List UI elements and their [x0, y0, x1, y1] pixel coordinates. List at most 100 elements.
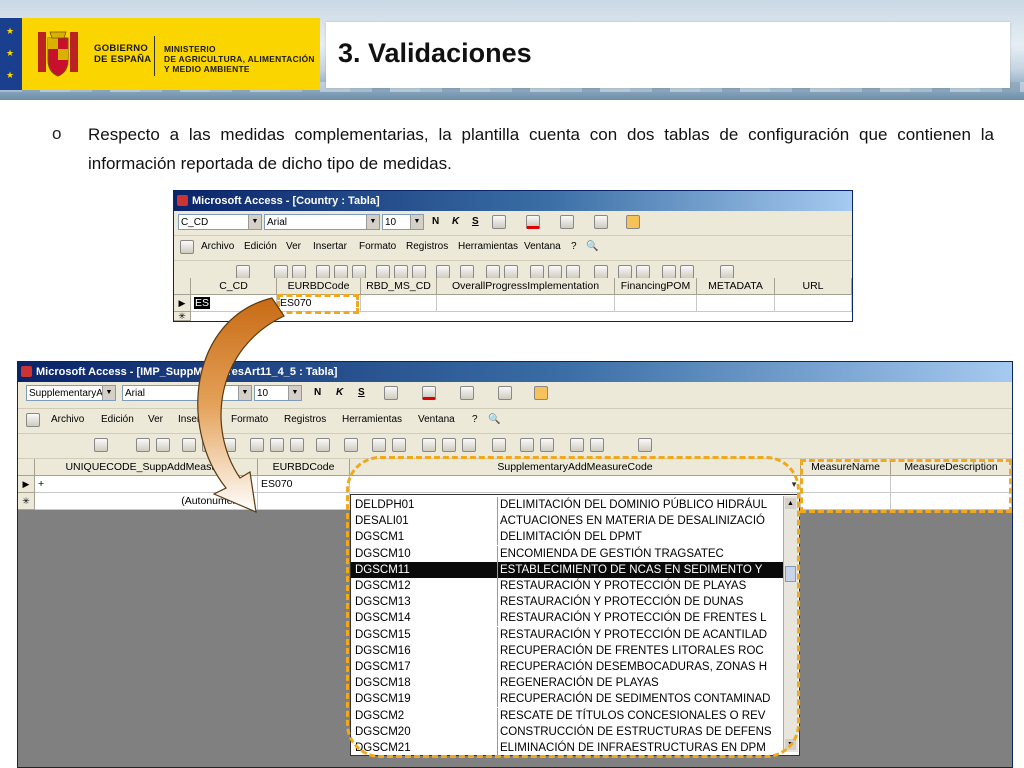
hyperlink-icon[interactable] — [344, 438, 358, 452]
apply-filter-icon[interactable] — [462, 438, 476, 452]
delete-record-icon[interactable] — [636, 265, 650, 279]
sort-descending-icon[interactable] — [392, 438, 406, 452]
column-header[interactable]: METADATA — [697, 278, 775, 295]
menu-insertar[interactable]: Insertar — [313, 241, 347, 252]
column-header[interactable]: URL — [775, 278, 852, 295]
font-color-icon[interactable] — [526, 215, 540, 229]
menu-edicion[interactable]: Edición — [244, 241, 277, 252]
save-icon[interactable] — [136, 438, 150, 452]
underline-button[interactable]: S — [472, 216, 479, 227]
fill-color-icon[interactable] — [492, 215, 506, 229]
menu-ver[interactable]: Ver — [148, 414, 163, 425]
menu-registros[interactable]: Registros — [406, 241, 448, 252]
line-color-icon[interactable] — [460, 386, 474, 400]
menu-ventana[interactable]: Ventana — [418, 414, 455, 425]
current-row-marker[interactable]: ▶ — [18, 476, 35, 493]
help-icon[interactable] — [638, 438, 652, 452]
field-selector-combo[interactable]: SupplementaryA ▼ — [26, 385, 116, 401]
menu-archivo[interactable]: Archivo — [201, 241, 234, 252]
paste-icon[interactable] — [412, 265, 426, 279]
copy-icon[interactable] — [394, 265, 408, 279]
cut-icon[interactable] — [376, 265, 390, 279]
menu-formato[interactable]: Formato — [359, 241, 396, 252]
print-preview-icon[interactable] — [334, 265, 348, 279]
column-header[interactable]: OverallProgressImplementation — [437, 278, 615, 295]
window-titlebar: Microsoft Access - [Country : Tabla] — [174, 191, 852, 211]
file-search-icon[interactable] — [156, 438, 170, 452]
menu-bar: Archivo Edición Ver Insertar Formato Reg… — [174, 236, 852, 261]
font-size-combo[interactable]: 10 ▼ — [382, 214, 424, 230]
gridlines-icon[interactable] — [594, 215, 608, 229]
new-record-icon[interactable] — [618, 265, 632, 279]
apply-filter-icon[interactable] — [566, 265, 580, 279]
column-header[interactable]: RBD_MS_CD — [361, 278, 437, 295]
window-titlebar: Microsoft Access - [IMP_SuppMeasuresArt1… — [18, 362, 1012, 382]
filter-by-form-icon[interactable] — [548, 265, 562, 279]
table-cell[interactable] — [615, 295, 697, 312]
save-icon[interactable] — [274, 265, 288, 279]
ministry-label: MINISTERIO DE AGRICULTURA, ALIMENTACIÓN Y … — [164, 44, 315, 74]
view-icon[interactable] — [236, 265, 250, 279]
menu-herramientas[interactable]: Herramientas — [458, 241, 518, 252]
menu-help[interactable]: ? — [571, 241, 577, 252]
menu-edicion[interactable]: Edición — [101, 414, 134, 425]
menu-archivo[interactable]: Archivo — [51, 414, 84, 425]
filter-by-form-icon[interactable] — [442, 438, 456, 452]
undo-icon[interactable] — [436, 265, 450, 279]
database-window-icon[interactable] — [662, 265, 676, 279]
highlight-measure-columns — [800, 459, 1012, 513]
bold-button[interactable]: N — [314, 387, 321, 398]
new-object-icon[interactable] — [680, 265, 694, 279]
bold-button[interactable]: N — [432, 216, 439, 227]
find-icon[interactable] — [492, 438, 506, 452]
table-cell[interactable] — [775, 295, 852, 312]
access-app-icon — [21, 366, 32, 377]
sort-ascending-icon[interactable] — [372, 438, 386, 452]
gridlines-icon[interactable] — [498, 386, 512, 400]
sort-ascending-icon[interactable] — [486, 265, 500, 279]
formatting-toolbar: C_CD ▼ Arial ▼ 10 ▼ N K S — [174, 211, 852, 236]
eu-flag-icon: ★ ★ ★ — [0, 18, 22, 90]
filter-by-selection-icon[interactable] — [422, 438, 436, 452]
gov-label: GOBIERNO DE ESPAÑA — [94, 43, 152, 65]
special-effect-icon[interactable] — [626, 215, 640, 229]
menu-help[interactable]: ? — [472, 414, 478, 425]
help-search-icon[interactable]: 🔍 — [488, 414, 500, 425]
spelling-icon[interactable] — [352, 265, 366, 279]
curved-arrow-icon — [197, 297, 285, 513]
menu-ventana[interactable]: Ventana — [524, 241, 561, 252]
table-cell[interactable] — [361, 295, 437, 312]
sort-descending-icon[interactable] — [504, 265, 518, 279]
line-color-icon[interactable] — [560, 215, 574, 229]
new-object-icon[interactable] — [590, 438, 604, 452]
filter-by-selection-icon[interactable] — [530, 265, 544, 279]
new-row-marker[interactable]: ✳ — [18, 493, 35, 510]
undo-icon[interactable] — [316, 438, 330, 452]
help-icon[interactable] — [720, 265, 734, 279]
access-app-icon — [177, 195, 188, 206]
logo-divider — [154, 36, 155, 76]
table-cell[interactable] — [437, 295, 615, 312]
italic-button[interactable]: K — [336, 387, 343, 398]
view-icon[interactable] — [94, 438, 108, 452]
hyperlink-icon[interactable] — [460, 265, 474, 279]
file-search-icon[interactable] — [292, 265, 306, 279]
menu-herramientas[interactable]: Herramientas — [342, 414, 402, 425]
fill-color-icon[interactable] — [384, 386, 398, 400]
font-color-icon[interactable] — [422, 386, 436, 400]
new-record-icon[interactable] — [520, 438, 534, 452]
help-search-icon[interactable]: 🔍 — [586, 241, 598, 252]
menu-ver[interactable]: Ver — [286, 241, 301, 252]
font-combo[interactable]: Arial ▼ — [264, 214, 380, 230]
underline-button[interactable]: S — [358, 387, 365, 398]
delete-record-icon[interactable] — [540, 438, 554, 452]
database-window-icon[interactable] — [570, 438, 584, 452]
table-cell[interactable] — [697, 295, 775, 312]
italic-button[interactable]: K — [452, 216, 459, 227]
column-header[interactable]: FinancingPOM — [615, 278, 697, 295]
special-effect-icon[interactable] — [534, 386, 548, 400]
print-icon[interactable] — [316, 265, 330, 279]
field-selector-combo[interactable]: C_CD ▼ — [178, 214, 262, 230]
table-icon — [180, 240, 194, 254]
find-icon[interactable] — [594, 265, 608, 279]
